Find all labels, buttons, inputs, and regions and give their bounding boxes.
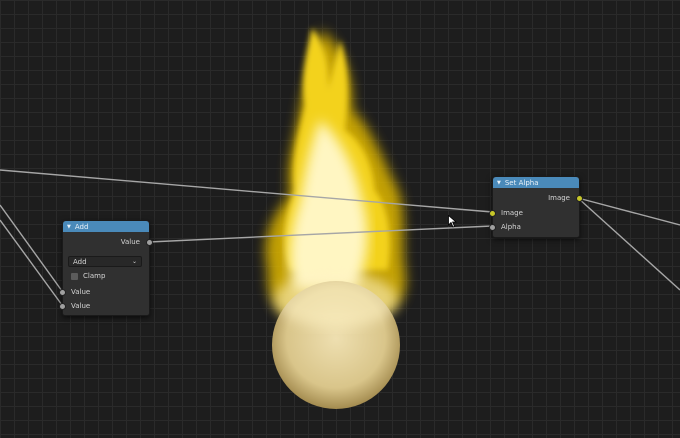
add-input-value-1-socket[interactable]	[59, 289, 66, 296]
node-editor-canvas[interactable]: ▼ Add Value Add ⌄ Clamp Value Value ▼ Se…	[0, 0, 680, 438]
collapse-arrow-icon[interactable]: ▼	[67, 224, 71, 230]
set-alpha-node-title: Set Alpha	[504, 178, 539, 187]
link-to-add-value-2	[0, 219, 63, 306]
chevron-down-icon: ⌄	[131, 258, 137, 265]
set-alpha-output-image-socket[interactable]	[576, 195, 583, 202]
link-image-output	[577, 197, 680, 226]
set-alpha-input-image-socket[interactable]	[489, 210, 496, 217]
set-alpha-node[interactable]: ▼ Set Alpha Image Image Alpha	[489, 176, 583, 238]
add-input-value-1-label: Value	[71, 288, 91, 296]
operation-value: Add	[73, 257, 87, 266]
link-value-to-alpha	[148, 225, 493, 243]
operation-dropdown[interactable]: Add ⌄	[68, 256, 142, 267]
mouse-cursor-icon	[448, 215, 457, 228]
link-to-add-value-1	[0, 204, 63, 292]
add-output-value-label: Value	[120, 238, 140, 246]
set-alpha-input-image-label: Image	[501, 209, 523, 217]
clamp-checkbox[interactable]	[71, 273, 78, 280]
link-image-output-2	[577, 197, 680, 291]
set-alpha-output-image-label: Image	[548, 194, 570, 202]
collapse-arrow-icon[interactable]: ▼	[497, 180, 501, 186]
link-to-image-input	[0, 169, 493, 213]
add-output-value-socket[interactable]	[146, 239, 153, 246]
clamp-label: Clamp	[83, 272, 106, 280]
add-input-value-2-socket[interactable]	[59, 303, 66, 310]
set-alpha-input-alpha-label: Alpha	[501, 223, 521, 231]
add-input-value-2-label: Value	[71, 302, 91, 310]
set-alpha-node-header[interactable]: ▼ Set Alpha	[493, 177, 579, 188]
add-node-title: Add	[74, 222, 89, 231]
add-node-header[interactable]: ▼ Add	[63, 221, 149, 232]
add-node[interactable]: ▼ Add Value Add ⌄ Clamp Value Value	[59, 220, 153, 316]
set-alpha-input-alpha-socket[interactable]	[489, 224, 496, 231]
